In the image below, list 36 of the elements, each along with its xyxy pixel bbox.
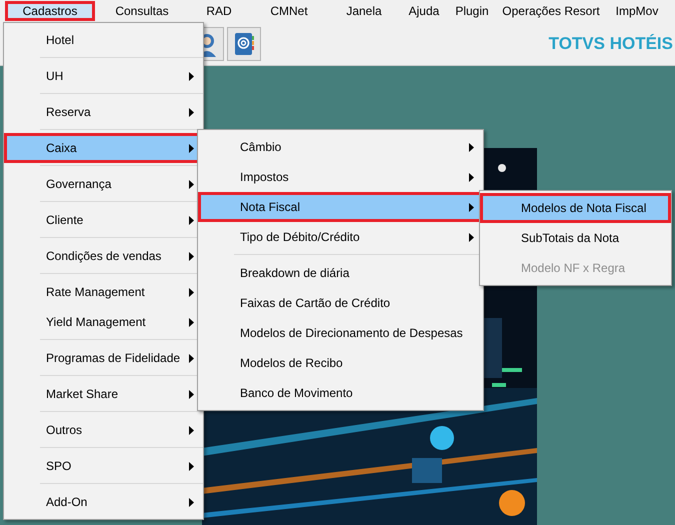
submenu-arrow-icon: [189, 72, 194, 81]
submenu-arrow-icon: [469, 173, 474, 182]
submenu-arrow-icon: [189, 426, 194, 435]
submenu-arrow-icon: [189, 288, 194, 297]
menu-bar-item[interactable]: Janela: [329, 1, 399, 21]
submenu-arrow-icon: [189, 108, 194, 117]
submenu-arrow-icon: [189, 180, 194, 189]
submenu-arrow-icon: [189, 144, 194, 153]
menu-item[interactable]: UH: [4, 61, 203, 91]
menu-item[interactable]: Outros: [4, 415, 203, 445]
submenu-arrow-icon: [469, 203, 474, 212]
menu-item[interactable]: Add-On: [4, 487, 203, 517]
menu-item[interactable]: SPO: [4, 451, 203, 481]
submenu-arrow-icon: [189, 216, 194, 225]
submenu-arrow-icon: [189, 354, 194, 363]
menu-item[interactable]: Modelos de Nota Fiscal: [480, 193, 671, 223]
menu-bar-item[interactable]: ImpMov: [607, 1, 667, 21]
submenu-arrow-icon: [189, 390, 194, 399]
menu-item[interactable]: SubTotais da Nota: [480, 223, 671, 253]
address-book-icon[interactable]: [227, 26, 261, 60]
submenu-arrow-icon: [189, 318, 194, 327]
submenu-arrow-icon: [469, 143, 474, 152]
menu-bar-item[interactable]: Consultas: [95, 1, 189, 21]
menu-bar-item[interactable]: Cadastros: [5, 1, 95, 21]
menu-item[interactable]: Reserva: [4, 97, 203, 127]
menu-bar-item[interactable]: Operações Resort: [495, 1, 607, 21]
menu-item[interactable]: Hotel: [4, 25, 203, 55]
brand-logo-text: TOTVS HOTÉIS: [548, 32, 674, 55]
submenu-arrow-icon: [469, 233, 474, 242]
submenu-arrow-icon: [189, 498, 194, 507]
menu-bar-item[interactable]: Ajuda: [399, 1, 449, 21]
menu-bar-item[interactable]: Plugin: [449, 1, 495, 21]
menu-bar-item[interactable]: RAD: [189, 1, 249, 21]
submenu-arrow-icon: [189, 252, 194, 261]
submenu-arrow-icon: [189, 462, 194, 471]
menu-bar-item[interactable]: CMNet: [249, 1, 329, 21]
